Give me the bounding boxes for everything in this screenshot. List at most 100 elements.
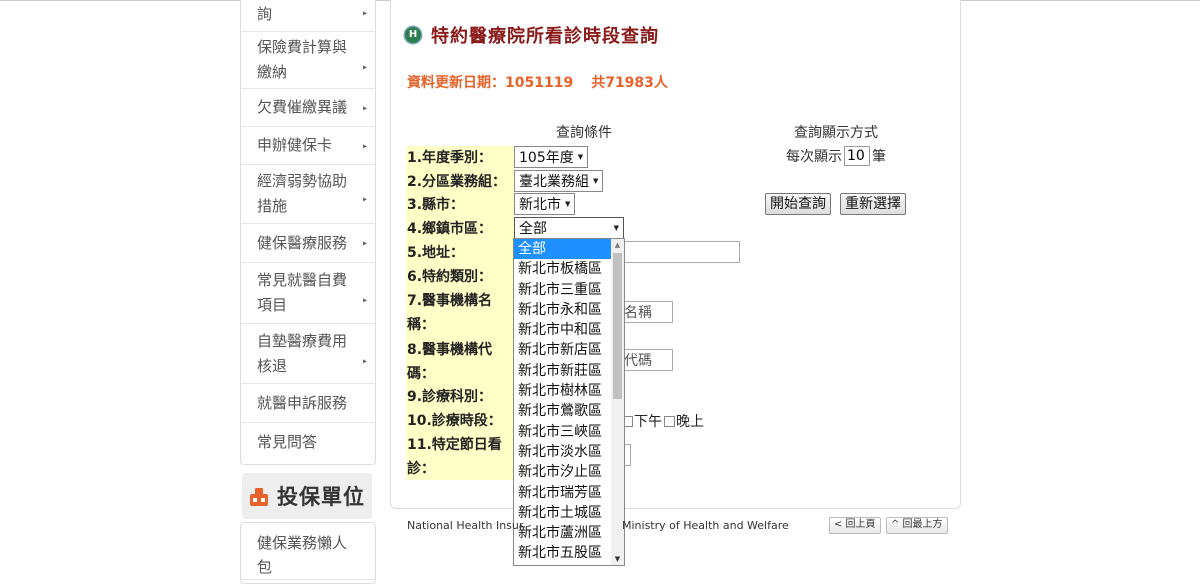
dropdown-option[interactable]: 新北市鶯歌區: [514, 401, 624, 421]
district-select[interactable]: 全部 ▼: [514, 217, 624, 239]
sidebar-item-label: 自墊醫療費用核退: [257, 331, 348, 375]
sidebar-item-faq[interactable]: 常見問答: [241, 423, 375, 461]
page-title: 特約醫療院所看診時段查詢: [431, 26, 659, 47]
dropdown-option[interactable]: 新北市新莊區: [514, 361, 624, 381]
address-input[interactable]: [620, 241, 740, 263]
scroll-up-icon[interactable]: ▲: [611, 239, 624, 251]
sidebar-item-label: 常見就醫自費項目: [257, 271, 348, 314]
back-button[interactable]: < 回上頁: [829, 517, 881, 534]
dropdown-option[interactable]: 新北市瑞芳區: [514, 483, 624, 503]
dropdown-option[interactable]: 新北市三重區: [514, 280, 624, 300]
building-icon: [249, 485, 269, 507]
label-holiday: 11.特定節日看診：: [407, 437, 502, 477]
chevron-right-icon: ▸: [362, 103, 367, 112]
branch-select[interactable]: 臺北業務組 ▼: [514, 170, 604, 192]
evening-checkbox[interactable]: [664, 415, 675, 427]
dropdown-option[interactable]: 新北市蘆洲區: [514, 523, 624, 543]
sidebar-item-label: 健保醫療服務: [257, 233, 348, 252]
code-input-placeholder: 代碼: [624, 353, 652, 369]
footer-left-text: National Health Insur: [407, 519, 524, 532]
city-select[interactable]: 新北市 ▼: [514, 193, 576, 215]
dropdown-option[interactable]: 新北市永和區: [514, 300, 624, 320]
per-page-control: 每次顯示 筆: [786, 146, 886, 166]
dropdown-option[interactable]: 新北市三峽區: [514, 422, 624, 442]
year-select[interactable]: 105年度 ▼: [514, 146, 589, 168]
per-page-input[interactable]: [844, 146, 870, 166]
chevron-right-icon: ▸: [362, 295, 367, 305]
sidebar-item-card[interactable]: 申辦健保卡 ▸: [241, 127, 375, 165]
district-dropdown-list[interactable]: 全部 新北市板橋區 新北市三重區 新北市永和區 新北市中和區 新北市新店區 新北市新莊區 新北…: [513, 238, 625, 566]
nhi-logo-icon: H: [405, 27, 421, 43]
label-year: 1.年度季別：: [407, 150, 493, 166]
dropdown-option[interactable]: 新北市新店區: [514, 340, 624, 360]
dropdown-option[interactable]: 新北市樹林區: [514, 381, 624, 401]
chevron-right-icon: ▸: [362, 141, 367, 150]
record-count: 共71983人: [591, 75, 668, 91]
per-page-prefix: 每次顯示: [786, 149, 842, 165]
label-name: 7.醫事機構名稱：: [407, 293, 493, 333]
conditions-header: 查詢條件: [556, 125, 612, 141]
back-to-top-button[interactable]: ^ 回最上方: [886, 517, 948, 534]
sidebar-item-query[interactable]: 詢 ▸: [241, 0, 375, 32]
city-select-value: 新北市: [519, 197, 561, 213]
dropdown-options: 全部 新北市板橋區 新北市三重區 新北市永和區 新北市中和區 新北市新店區 新北市新莊區 新北…: [514, 239, 624, 564]
footer: National Health Insur Ministry of Health…: [407, 519, 789, 532]
sidebar-item-assistance[interactable]: 經濟弱勢協助措施 ▸: [241, 165, 375, 224]
sidebar-item-guide[interactable]: 健保業務懶人包: [241, 523, 375, 580]
sidebar-item-label: 欠費催繳異議: [257, 98, 348, 116]
chevron-right-icon: ▸: [362, 8, 367, 17]
sidebar-item-arrears[interactable]: 欠費催繳異議 ▸: [241, 89, 375, 127]
sidebar-item-refund[interactable]: 自墊醫療費用核退 ▸: [241, 324, 375, 384]
branch-select-value: 臺北業務組: [519, 174, 589, 190]
dropdown-option[interactable]: 新北市五股區: [514, 543, 624, 563]
label-district: 4.鄉鎮市區：: [407, 221, 493, 237]
dropdown-option[interactable]: 全部: [514, 239, 624, 260]
sidebar-item-label: 詢: [257, 5, 273, 23]
dropdown-arrow-icon: ▼: [577, 153, 584, 161]
dropdown-option[interactable]: 新北市板橋區: [514, 259, 624, 279]
sidebar-item-label: 申辦健保卡: [257, 136, 333, 154]
per-page-suffix: 筆: [872, 149, 886, 165]
dropdown-option[interactable]: 新北市汐止區: [514, 462, 624, 482]
chevron-right-icon: ▸: [362, 62, 367, 72]
label-type: 6.特約類別：: [407, 269, 493, 285]
year-select-value: 105年度: [519, 150, 574, 166]
label-timeslot: 10.診療時段：: [407, 413, 502, 429]
sidebar-item-premium[interactable]: 保險費計算與繳納 ▸: [241, 32, 375, 89]
code-input[interactable]: 代碼: [620, 349, 673, 371]
update-date: 資料更新日期：1051119: [407, 75, 574, 91]
section-header-employer[interactable]: 投保單位: [242, 473, 372, 519]
sidebar-item-label: 健保業務懶人包: [257, 534, 348, 576]
label-address: 5.地址：: [407, 245, 465, 261]
display-header: 查詢顯示方式: [794, 125, 878, 141]
name-input[interactable]: 名稱: [620, 301, 673, 323]
sidebar-item-medical[interactable]: 健保醫療服務 ▸: [241, 224, 375, 263]
chevron-right-icon: ▸: [362, 194, 367, 204]
reset-button[interactable]: 重新選擇: [840, 193, 906, 215]
label-city: 3.縣市：: [407, 197, 465, 213]
timeslot-checkboxes: 下午 晚上: [622, 411, 704, 431]
sidebar-menu: 詢 ▸ 保險費計算與繳納 ▸ 欠費催繳異議 ▸ 申辦健保卡 ▸ 經濟弱勢協助措施…: [240, 0, 376, 465]
scrollbar-thumb[interactable]: [613, 253, 622, 399]
sidebar-item-selfpay[interactable]: 常見就醫自費項目 ▸: [241, 263, 375, 324]
search-button[interactable]: 開始查詢: [765, 193, 831, 215]
scroll-down-icon[interactable]: ▼: [611, 553, 624, 565]
chevron-right-icon: ▸: [362, 238, 367, 248]
sidebar-item-label: 就醫申訴服務: [257, 393, 348, 412]
sidebar-item-label: 保險費計算與繳納: [257, 38, 348, 81]
sidebar-item-complaint[interactable]: 就醫申訴服務: [241, 384, 375, 423]
dropdown-arrow-icon: ▼: [565, 200, 571, 208]
dropdown-arrow-icon: ▼: [613, 224, 619, 232]
label-branch: 2.分區業務組：: [407, 174, 507, 190]
update-info: 資料更新日期：1051119 共71983人: [407, 72, 668, 92]
dropdown-option[interactable]: 新北市中和區: [514, 320, 624, 340]
footer-right-text: Ministry of Health and Welfare: [622, 519, 789, 532]
sidebar-item-label: 常見問答: [257, 432, 318, 451]
label-code: 8.醫事機構代碼：: [407, 342, 493, 382]
evening-label: 晚上: [676, 414, 704, 430]
dropdown-option[interactable]: 新北市土城區: [514, 503, 624, 523]
page-header: H 特約醫療院所看診時段查詢: [405, 22, 659, 48]
dropdown-scrollbar[interactable]: ▲ ▼: [611, 239, 624, 565]
dropdown-option[interactable]: 新北市淡水區: [514, 442, 624, 462]
section-title: 投保單位: [277, 485, 365, 509]
